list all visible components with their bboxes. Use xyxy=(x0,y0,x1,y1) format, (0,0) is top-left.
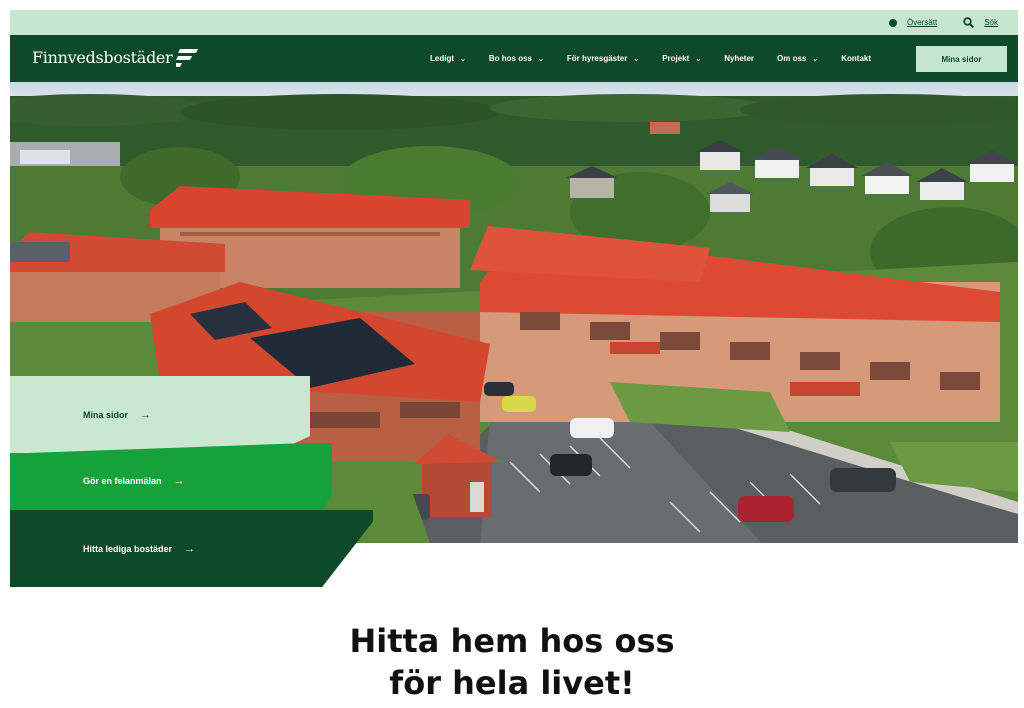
search-label: Sök xyxy=(984,18,998,27)
nav-item-for-hyresgaster[interactable]: För hyresgäster ⌄ xyxy=(567,54,639,63)
page: Översätt Sök Finnvedsbostäder Ledigt ⌄ Bo… xyxy=(0,0,1024,708)
lediga-bostader-panel[interactable]: Hitta lediga bostäder → xyxy=(10,510,373,587)
chevron-down-icon: ⌄ xyxy=(538,55,544,63)
nav-label: Ledigt xyxy=(430,54,454,63)
arrow-right-icon: → xyxy=(184,542,196,555)
nav-label: Om oss xyxy=(777,54,807,63)
nav-links: Ledigt ⌄ Bo hos oss ⌄ För hyresgäster ⌄ Pro… xyxy=(430,35,894,82)
nav-label: Bo hos oss xyxy=(488,54,532,63)
page-headline: Hitta hem hos oss för hela livet! xyxy=(0,620,1024,704)
translate-label: Översätt xyxy=(906,18,938,27)
utility-bar: Översätt Sök xyxy=(10,10,1018,35)
logo-text: Finnvedsbostäder xyxy=(32,48,173,67)
arrow-right-icon: → xyxy=(173,475,185,487)
search-link[interactable]: Sök xyxy=(963,17,998,28)
nav-item-bo-hos-oss[interactable]: Bo hos oss ⌄ xyxy=(489,54,544,63)
nav-item-projekt[interactable]: Projekt ⌄ xyxy=(662,54,701,63)
arrow-right-icon: → xyxy=(140,408,152,421)
nav-item-om-oss[interactable]: Om oss ⌄ xyxy=(777,54,818,63)
panel-label: Gör en felanmälan xyxy=(83,476,162,486)
chevron-down-icon: ⌄ xyxy=(812,55,819,63)
search-icon xyxy=(963,17,975,28)
nav-label: För hyresgäster xyxy=(566,54,628,63)
chevron-down-icon: ⌄ xyxy=(460,55,466,63)
panel-label: Mina sidor xyxy=(83,409,129,420)
headline-line-2: för hela livet! xyxy=(389,664,635,702)
site-logo[interactable]: Finnvedsbostäder xyxy=(32,48,199,67)
translate-link[interactable]: Översätt xyxy=(888,18,938,27)
globe-icon xyxy=(888,18,897,27)
felanmalan-panel[interactable]: Gör en felanmälan → xyxy=(10,443,332,519)
chevron-down-icon: ⌄ xyxy=(633,55,640,63)
mina-sidor-panel[interactable]: Mina sidor → xyxy=(10,376,310,453)
mina-sidor-button[interactable]: Mina sidor xyxy=(916,46,1007,72)
nav-item-kontakt[interactable]: Kontakt xyxy=(841,54,871,63)
chevron-down-icon: ⌄ xyxy=(695,55,702,63)
nav-label: Nyheter xyxy=(724,54,755,63)
nav-item-ledigt[interactable]: Ledigt ⌄ xyxy=(430,54,466,63)
nav-label: Projekt xyxy=(662,54,690,63)
headline-line-1: Hitta hem hos oss xyxy=(349,622,675,660)
nav-item-nyheter[interactable]: Nyheter xyxy=(724,54,754,63)
nav-label: Kontakt xyxy=(841,54,872,63)
logo-mark-icon xyxy=(176,48,199,67)
main-navigation: Finnvedsbostäder Ledigt ⌄ Bo hos oss ⌄ För… xyxy=(10,35,1018,82)
panel-label: Hitta lediga bostäder xyxy=(83,543,173,554)
